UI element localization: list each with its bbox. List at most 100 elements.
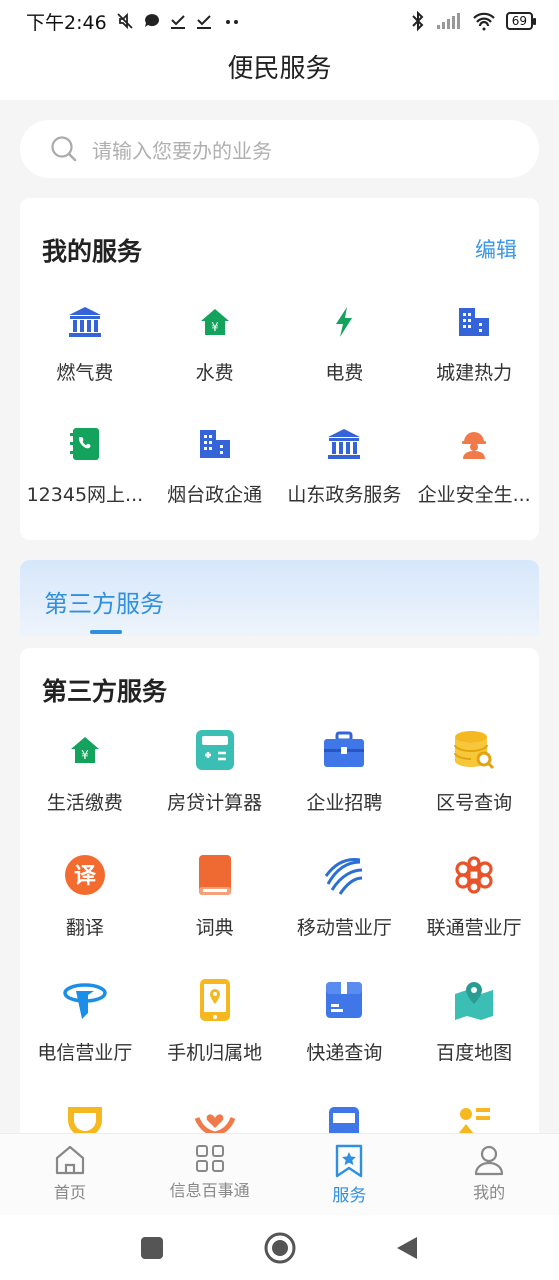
third-item-mortgage[interactable]: 房贷计算器 xyxy=(150,726,280,851)
map-pin-icon xyxy=(450,976,498,1024)
service-item-water[interactable]: ¥ 水费 xyxy=(150,300,280,422)
third-item-translate[interactable]: 译 翻译 xyxy=(20,851,150,976)
edit-button[interactable]: 编辑 xyxy=(475,234,517,264)
svg-text:¥: ¥ xyxy=(211,320,219,334)
back-button[interactable] xyxy=(395,1235,419,1261)
building-icon xyxy=(193,422,237,466)
third-item-baidu-map[interactable]: 百度地图 xyxy=(409,976,539,1101)
service-item-electric[interactable]: 电费 xyxy=(280,300,410,422)
nav-item-mine[interactable]: 我的 xyxy=(419,1134,559,1215)
china-telecom-icon xyxy=(61,976,109,1024)
title-bar: 便民服务 xyxy=(0,42,559,100)
service-label: 城建热力 xyxy=(436,362,513,384)
third-item-partial[interactable] xyxy=(150,1100,280,1134)
bank-icon xyxy=(322,422,366,466)
third-item-area-code[interactable]: 区号查询 xyxy=(409,726,539,851)
bank-icon xyxy=(63,300,107,344)
service-label: 山东政务服务 xyxy=(287,484,402,506)
bus-icon xyxy=(329,1107,360,1134)
status-bar: 下午2:46 69 xyxy=(0,0,559,42)
bookmark-star-icon xyxy=(336,1144,363,1178)
service-item-yantai[interactable]: 烟台政企通 xyxy=(150,422,280,544)
third-item-dictionary[interactable]: 词典 xyxy=(150,851,280,976)
third-party-partial-row xyxy=(20,1100,539,1134)
service-label: 百度地图 xyxy=(436,1042,513,1064)
battery-indicator: 69 xyxy=(505,12,537,30)
lightning-icon xyxy=(322,300,366,344)
china-unicom-icon xyxy=(450,851,498,899)
nav-label: 首页 xyxy=(53,1183,86,1202)
third-item-phone-location[interactable]: 手机归属地 xyxy=(150,976,280,1101)
chat-bubble-icon xyxy=(144,14,159,27)
recent-apps-button[interactable] xyxy=(140,1236,164,1260)
nav-item-services[interactable]: 服务 xyxy=(280,1134,420,1215)
home-icon xyxy=(55,1145,84,1175)
service-label: 房贷计算器 xyxy=(167,792,263,814)
third-item-express[interactable]: 快递查询 xyxy=(280,976,410,1101)
service-label: 燃气费 xyxy=(56,362,114,384)
mute-icon xyxy=(117,12,133,30)
service-item-heating[interactable]: 城建热力 xyxy=(409,300,539,422)
service-label: 移动营业厅 xyxy=(296,917,392,939)
search-icon xyxy=(51,136,77,162)
tab-third-party[interactable]: 第三方服务 xyxy=(20,560,539,636)
page-title: 便民服务 xyxy=(227,54,332,84)
service-label: 企业招聘 xyxy=(306,792,383,814)
third-item-partial[interactable] xyxy=(409,1100,539,1134)
bottom-nav: 首页 信息百事通 服务 我的 xyxy=(0,1133,559,1215)
status-time: 下午2:46 xyxy=(26,11,107,34)
briefcase-icon xyxy=(320,726,368,774)
third-item-recruit[interactable]: 企业招聘 xyxy=(280,726,410,851)
search-placeholder: 请输入您要办的业务 xyxy=(92,138,272,163)
nav-label: 服务 xyxy=(332,1186,367,1206)
third-item-china-telecom[interactable]: 电信营业厅 xyxy=(20,976,150,1101)
download-check-icon xyxy=(170,15,185,29)
third-item-china-mobile[interactable]: 移动营业厅 xyxy=(280,851,410,976)
phone-location-icon xyxy=(191,976,239,1024)
worker-icon xyxy=(458,1108,491,1134)
third-item-partial[interactable] xyxy=(20,1100,150,1134)
service-label: 烟台政企通 xyxy=(167,484,263,506)
third-party-title: 第三方服务 xyxy=(42,677,168,706)
third-item-china-unicom[interactable]: 联通营业厅 xyxy=(409,851,539,976)
service-label: 快递查询 xyxy=(306,1042,383,1064)
tab-label: 第三方服务 xyxy=(44,590,164,618)
service-label: 电费 xyxy=(325,362,364,384)
third-item-life-payment[interactable]: ¥ 生活缴费 xyxy=(20,726,150,851)
my-services-grid: 燃气费 ¥ 水费 电费 城建热力 12345网上... 烟台政企通 山东政务服务… xyxy=(20,300,539,544)
building-icon xyxy=(452,300,496,344)
svg-text:¥: ¥ xyxy=(81,748,89,762)
nav-label: 信息百事通 xyxy=(169,1181,250,1200)
user-icon xyxy=(475,1145,504,1176)
search-input[interactable]: 请输入您要办的业务 xyxy=(20,120,539,178)
service-item-safety[interactable]: 企业安全生... xyxy=(409,422,539,544)
search-area: 请输入您要办的业务 xyxy=(0,100,559,196)
service-item-gas[interactable]: 燃气费 xyxy=(20,300,150,422)
china-mobile-icon xyxy=(320,851,368,899)
third-item-partial[interactable] xyxy=(280,1100,410,1134)
service-item-shandong[interactable]: 山东政务服务 xyxy=(280,422,410,544)
nav-item-home[interactable]: 首页 xyxy=(0,1134,140,1215)
service-label: 词典 xyxy=(195,917,234,939)
phonebook-icon xyxy=(63,422,107,466)
bluetooth-icon xyxy=(412,10,424,32)
download-check-icon xyxy=(196,15,211,29)
tab-indicator xyxy=(90,630,122,634)
service-label: 区号查询 xyxy=(436,792,513,814)
svg-text:译: 译 xyxy=(74,864,97,889)
service-label: 联通营业厅 xyxy=(426,917,522,939)
database-search-icon xyxy=(450,726,498,774)
package-icon xyxy=(320,976,368,1024)
signal-icon xyxy=(436,13,460,29)
grid-icon xyxy=(195,1145,224,1172)
service-label: 电信营业厅 xyxy=(37,1042,133,1064)
service-item-12345[interactable]: 12345网上... xyxy=(20,422,150,544)
translate-icon: 译 xyxy=(61,851,109,899)
home-button[interactable] xyxy=(264,1232,296,1264)
service-label: 生活缴费 xyxy=(46,792,123,814)
nav-item-info[interactable]: 信息百事通 xyxy=(140,1134,280,1215)
my-services-title: 我的服务 xyxy=(42,237,143,266)
nav-label: 我的 xyxy=(473,1183,506,1202)
wifi-icon xyxy=(472,12,495,31)
service-label: 12345网上... xyxy=(26,484,144,506)
